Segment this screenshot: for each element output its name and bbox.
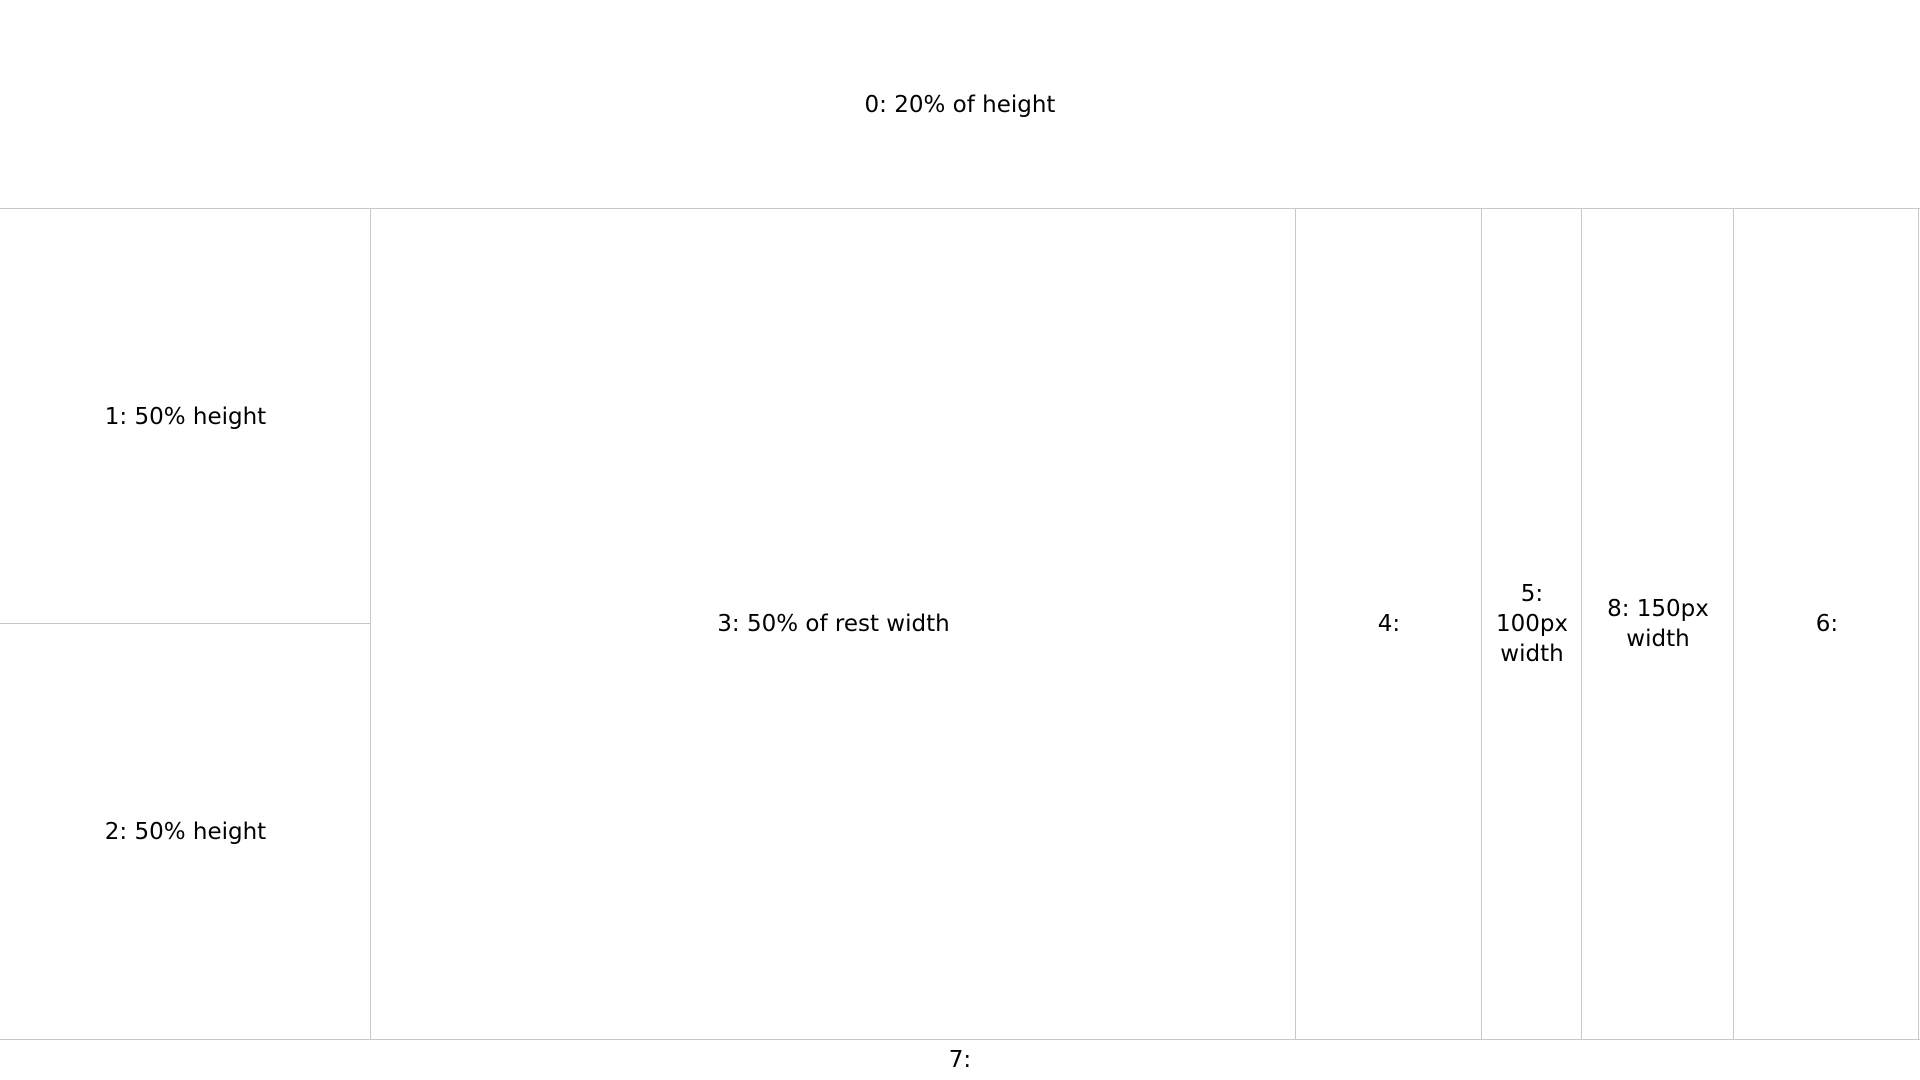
pane-1-label: 1: 50% height xyxy=(104,403,267,430)
pane-5-label: 5: 100px width xyxy=(1495,581,1569,667)
splitter-3-4[interactable] xyxy=(1295,209,1296,1039)
splitter-left[interactable] xyxy=(370,209,371,1039)
pane-0-label: 0: 20% of height xyxy=(864,91,1056,118)
splitter-bottom[interactable] xyxy=(0,1039,1920,1040)
splitter-5-8[interactable] xyxy=(1581,209,1582,1039)
pane-6: 6: xyxy=(1734,209,1920,1039)
splitter-top[interactable] xyxy=(0,208,1920,209)
pane-7-label: 7: xyxy=(948,1047,972,1073)
splitter-8-6[interactable] xyxy=(1733,209,1734,1039)
pane-8-label: 8: 150px width xyxy=(1607,596,1709,652)
pane-4-label: 4: xyxy=(1377,611,1401,637)
splitter-right-edge xyxy=(1918,209,1919,1039)
pane-8: 8: 150px width xyxy=(1582,209,1734,1039)
pane-5: 5: 100px width xyxy=(1482,209,1582,1039)
pane-2: 2: 50% height xyxy=(0,624,371,1039)
pane-1: 1: 50% height xyxy=(0,209,371,624)
pane-2-label: 2: 50% height xyxy=(104,818,267,845)
pane-6-label: 6: xyxy=(1815,611,1839,637)
splitter-left-middle[interactable] xyxy=(0,623,371,624)
pane-3: 3: 50% of rest width xyxy=(371,209,1296,1039)
pane-7: 7: xyxy=(0,1040,1920,1080)
splitter-4-5[interactable] xyxy=(1481,209,1482,1039)
pane-4: 4: xyxy=(1296,209,1482,1039)
pane-0: 0: 20% of height xyxy=(0,0,1920,209)
pane-3-label: 3: 50% of rest width xyxy=(717,611,950,637)
